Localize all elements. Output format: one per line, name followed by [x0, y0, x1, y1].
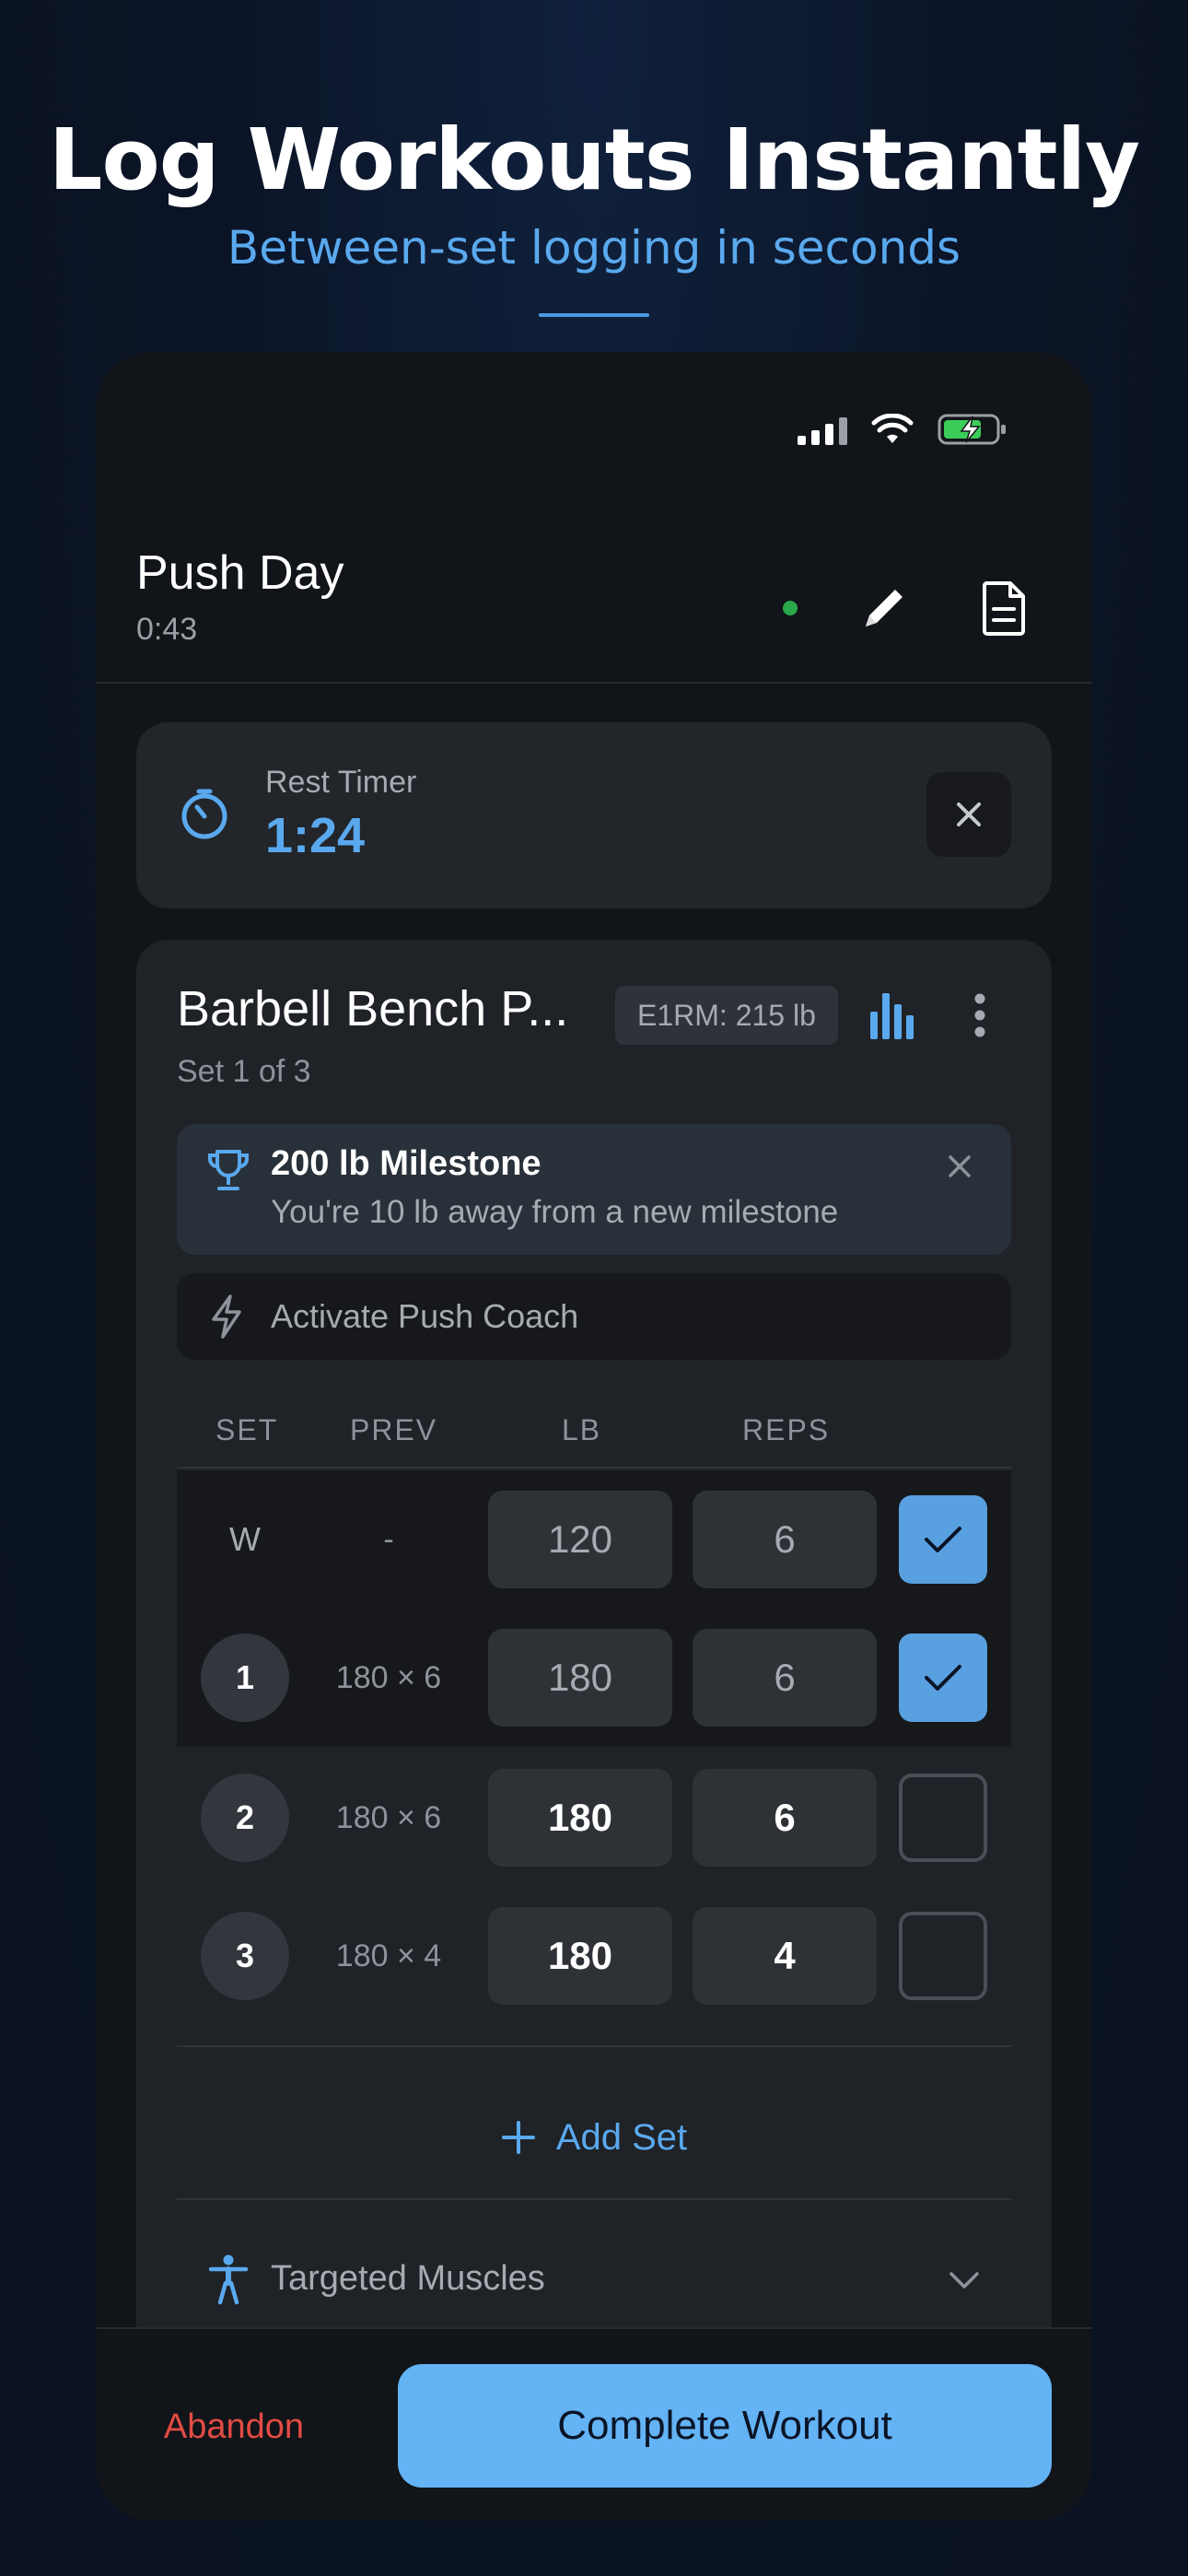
weight-input[interactable]: 180 — [488, 1629, 672, 1727]
bar-chart-icon — [870, 993, 914, 1039]
set-row-warmup: W - 120 6 — [177, 1470, 1011, 1609]
weight-input[interactable]: 180 — [488, 1907, 672, 2005]
timer-icon — [181, 789, 227, 839]
reps-input[interactable]: 6 — [693, 1629, 877, 1727]
exercise-more-button[interactable] — [943, 978, 1017, 1052]
previous-performance: - — [383, 1521, 394, 1557]
previous-performance: 180 × 6 — [335, 1659, 442, 1695]
divider — [177, 2198, 1011, 2200]
chevron-down-icon — [949, 2272, 979, 2289]
e1rm-badge: E1RM: 215 lb — [615, 986, 838, 1045]
headline-divider — [539, 313, 649, 317]
reps-input[interactable]: 6 — [693, 1491, 877, 1588]
checkmark-icon — [925, 1527, 961, 1552]
phone-screen: Push Day 0:43 Rest Timer 1:24 Barbell Be… — [96, 352, 1092, 2521]
workout-header: Push Day 0:43 — [96, 509, 1092, 684]
complete-workout-button[interactable]: Complete Workout — [398, 2364, 1052, 2488]
targeted-muscles-label: Targeted Muscles — [271, 2259, 545, 2298]
sets-table-header: SET PREV LB REPS — [177, 1391, 1011, 1469]
weight-input[interactable]: 180 — [488, 1769, 672, 1867]
previous-performance: 180 × 6 — [335, 1799, 442, 1835]
pencil-icon — [866, 590, 903, 626]
set-number-badge[interactable]: 3 — [201, 1912, 289, 2000]
more-vertical-icon — [974, 993, 985, 1037]
reps-input[interactable]: 6 — [693, 1769, 877, 1867]
exercise-name[interactable]: Barbell Bench P... — [177, 980, 568, 1037]
add-set-button[interactable]: Add Set — [177, 2082, 1011, 2193]
rest-timer-value: 1:24 — [265, 808, 366, 863]
workout-notes-button[interactable] — [967, 571, 1041, 645]
activate-push-coach-button[interactable]: Activate Push Coach — [177, 1273, 1011, 1360]
document-icon — [983, 581, 1025, 636]
marketing-headline: Log Workouts Instantly — [48, 111, 1140, 209]
column-lb: LB — [562, 1413, 602, 1446]
exercise-set-progress: Set 1 of 3 — [177, 1054, 311, 1089]
set-number-badge[interactable]: 1 — [201, 1633, 289, 1722]
status-bar — [798, 413, 1007, 446]
set-row: 1 180 × 6 180 6 — [177, 1609, 1011, 1747]
column-set: SET — [215, 1413, 279, 1446]
plus-icon — [501, 2121, 535, 2154]
workout-title: Push Day — [136, 546, 344, 600]
set-row: 2 180 × 6 180 6 — [177, 1749, 1011, 1887]
set-number-badge[interactable]: 2 — [201, 1774, 289, 1862]
column-reps: REPS — [742, 1413, 831, 1446]
push-coach-label: Activate Push Coach — [271, 1297, 579, 1335]
lightning-icon — [212, 1294, 241, 1339]
exercise-stats-button[interactable] — [855, 978, 928, 1052]
milestone-banner: 200 lb Milestone You're 10 lb away from … — [177, 1124, 1011, 1255]
battery-charging-icon — [938, 414, 1006, 445]
edit-workout-button[interactable] — [847, 571, 921, 645]
wifi-icon — [871, 414, 914, 443]
milestone-title: 200 lb Milestone — [271, 1144, 542, 1183]
live-status-indicator — [783, 601, 798, 615]
rest-timer-label: Rest Timer — [265, 765, 417, 800]
previous-performance: 180 × 4 — [335, 1938, 442, 1973]
close-icon — [949, 1155, 971, 1177]
exercise-card: Barbell Bench P... Set 1 of 3 E1RM: 215 … — [136, 940, 1052, 2432]
person-icon — [208, 2254, 249, 2305]
complete-set-checkbox[interactable] — [899, 1912, 987, 2000]
complete-set-checkbox[interactable] — [899, 1495, 987, 1584]
rest-timer-card: Rest Timer 1:24 — [136, 722, 1052, 908]
dismiss-milestone-button[interactable] — [930, 1137, 989, 1196]
weight-input[interactable]: 120 — [488, 1491, 672, 1588]
cellular-signal-icon — [798, 414, 847, 445]
dismiss-rest-timer-button[interactable] — [926, 772, 1011, 857]
reps-input[interactable]: 4 — [693, 1907, 877, 2005]
close-icon — [957, 802, 981, 826]
set-row: 3 180 × 4 180 4 — [177, 1887, 1011, 2025]
trophy-icon — [208, 1150, 249, 1190]
abandon-button[interactable]: Abandon — [151, 2381, 317, 2473]
divider — [177, 2045, 1011, 2047]
column-prev: PREV — [350, 1413, 438, 1446]
workout-elapsed-time: 0:43 — [136, 612, 198, 647]
complete-set-checkbox[interactable] — [899, 1774, 987, 1862]
checkmark-icon — [925, 1665, 961, 1691]
complete-set-checkbox[interactable] — [899, 1633, 987, 1722]
bottom-action-bar: Abandon Complete Workout — [96, 2327, 1092, 2521]
marketing-subheadline: Between-set logging in seconds — [227, 221, 961, 275]
milestone-subtitle: You're 10 lb away from a new milestone — [271, 1194, 839, 1230]
add-set-label: Add Set — [555, 2116, 688, 2158]
set-type-label[interactable]: W — [201, 1495, 289, 1584]
